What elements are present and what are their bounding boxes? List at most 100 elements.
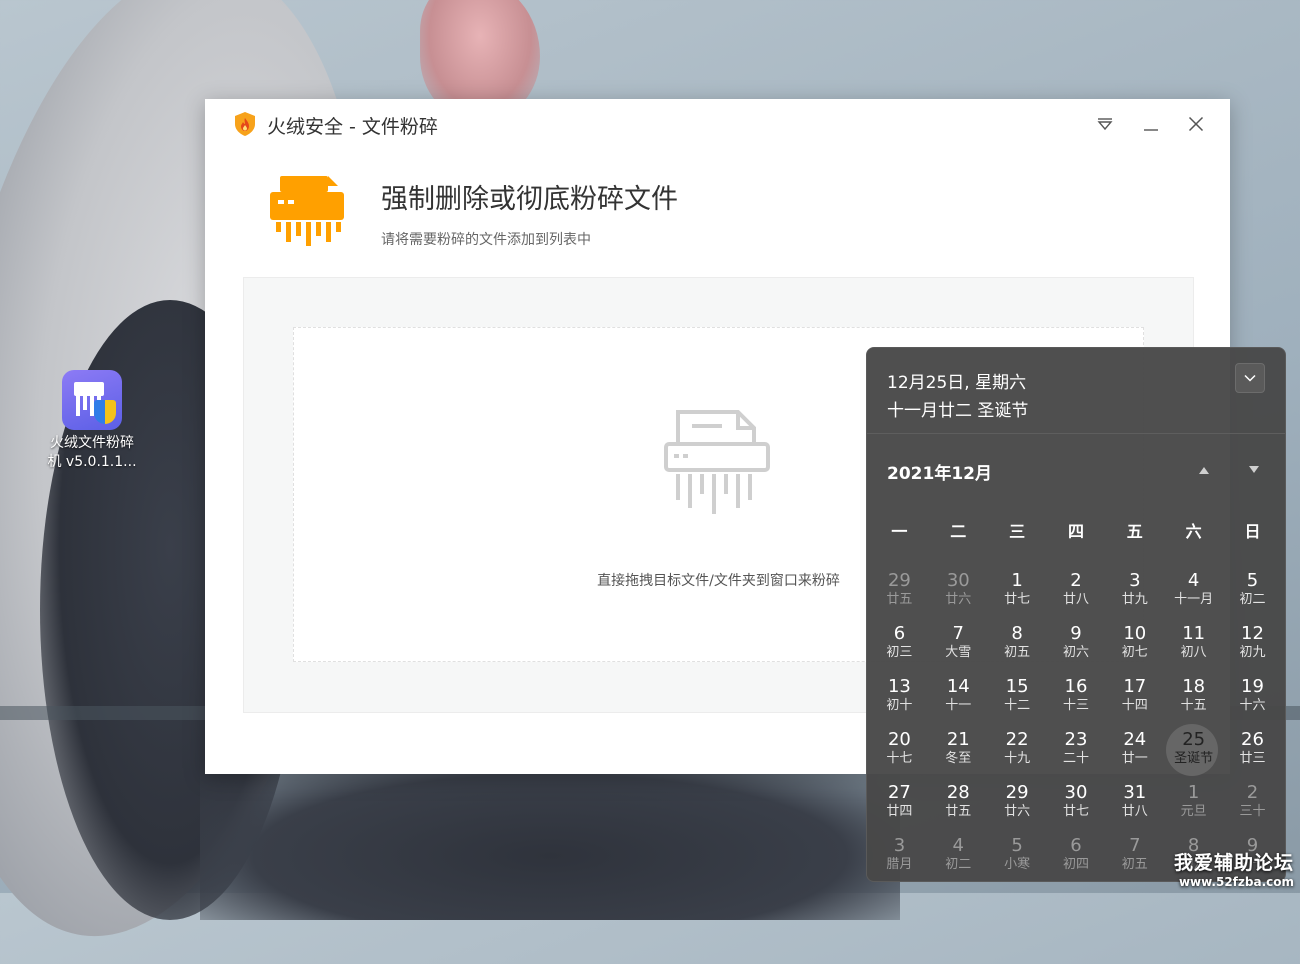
day-number: 21 <box>946 729 970 750</box>
calendar-day-today[interactable]: 25 圣诞节 <box>1164 724 1223 779</box>
triangle-down-icon <box>1249 466 1259 473</box>
lunar-day-label: 初五 <box>1004 645 1031 660</box>
close-button[interactable] <box>1180 109 1212 139</box>
lunar-day-label: 廿八 <box>1062 592 1089 607</box>
calendar-day[interactable]: 6 初三 <box>870 620 929 673</box>
calendar-day[interactable]: 21 冬至 <box>929 726 988 779</box>
calendar-day[interactable]: 30 廿六 <box>929 567 988 620</box>
calendar-day[interactable]: 1 元旦 <box>1164 779 1223 832</box>
weekday-header: 四 <box>1067 522 1084 541</box>
calendar-day[interactable]: 13 初十 <box>870 673 929 726</box>
calendar-day[interactable]: 11 初八 <box>1164 620 1223 673</box>
day-number: 1 <box>1011 570 1023 591</box>
lunar-day-label: 初四 <box>1062 857 1089 872</box>
calendar-day[interactable]: 7 初五 <box>1105 832 1164 881</box>
wallpaper-shadow <box>200 760 900 920</box>
lunar-day-label: 初八 <box>1180 645 1207 660</box>
day-number: 28 <box>946 782 970 803</box>
calendar-day[interactable]: 4 初二 <box>929 832 988 881</box>
lunar-day-label: 初十 <box>886 698 913 713</box>
calendar-day[interactable]: 8 初五 <box>988 620 1047 673</box>
calendar-day[interactable]: 15 十二 <box>988 673 1047 726</box>
calendar-day[interactable]: 12 初九 <box>1223 620 1282 673</box>
calendar-day[interactable]: 19 十六 <box>1223 673 1282 726</box>
lunar-day-label: 十七 <box>886 751 913 766</box>
chevron-down-icon <box>1244 374 1256 382</box>
calendar-day[interactable]: 24 廿一 <box>1105 726 1164 779</box>
page-heading: 强制删除或彻底粉碎文件 <box>381 184 678 215</box>
calendar-day[interactable]: 7 大雪 <box>929 620 988 673</box>
lunar-day-label: 廿六 <box>1004 804 1031 819</box>
calendar-day[interactable]: 17 十四 <box>1105 673 1164 726</box>
calendar-day[interactable]: 29 廿六 <box>988 779 1047 832</box>
minimize-button[interactable] <box>1135 109 1167 139</box>
site-watermark: 我爱辅助论坛 www.52fzba.com <box>1173 852 1294 889</box>
day-number: 12 <box>1241 623 1264 644</box>
lunar-day-label: 初三 <box>886 645 913 660</box>
day-number: 23 <box>1064 729 1088 750</box>
day-number: 24 <box>1123 729 1147 750</box>
calendar-day[interactable]: 5 初二 <box>1223 567 1282 620</box>
lunar-day-label: 初二 <box>945 857 972 872</box>
close-icon <box>1188 116 1204 132</box>
shredder-header-icon <box>270 176 344 246</box>
calendar-day[interactable]: 28 廿五 <box>929 779 988 832</box>
lunar-day-label: 廿八 <box>1121 804 1148 819</box>
calendar-prev-month-button[interactable] <box>1194 460 1214 480</box>
calendar-day[interactable]: 2 三十 <box>1223 779 1282 832</box>
day-number: 3 <box>893 835 906 856</box>
shield-icon <box>94 400 116 424</box>
calendar-day[interactable]: 31 廿八 <box>1105 779 1164 832</box>
calendar-day[interactable]: 27 廿四 <box>870 779 929 832</box>
calendar-month-label[interactable]: 2021年12月 <box>887 459 992 484</box>
day-number: 29 <box>887 570 911 591</box>
calendar-day[interactable]: 20 十七 <box>870 726 929 779</box>
calendar-day[interactable]: 18 十五 <box>1164 673 1223 726</box>
title-bar[interactable]: 火绒安全 - 文件粉碎 <box>205 99 1230 149</box>
lunar-day-label: 十六 <box>1239 698 1266 713</box>
calendar-day[interactable]: 5 小寒 <box>988 832 1047 881</box>
day-number: 10 <box>1123 623 1147 644</box>
calendar-day[interactable]: 10 初七 <box>1105 620 1164 673</box>
calendar-day[interactable]: 26 廿三 <box>1223 726 1282 779</box>
calendar-lunar-date: 十一月廿二 圣诞节 <box>887 401 1029 421</box>
calendar-day[interactable]: 29 廿五 <box>870 567 929 620</box>
calendar-grid: 一二三四五六日 29 廿五 30 廿六 1 廿七 2 廿八 3 廿九 4 十一月 5 初二 6 初三 7 大雪 8 初五… <box>870 514 1282 881</box>
calendar-day[interactable]: 4 十一月 <box>1164 567 1223 620</box>
menu-dropdown-button[interactable] <box>1089 109 1121 139</box>
calendar-day[interactable]: 3 廿九 <box>1105 567 1164 620</box>
weekday-header: 一 <box>891 522 908 541</box>
calendar-day[interactable]: 14 十一 <box>929 673 988 726</box>
calendar-day[interactable]: 9 初六 <box>1047 620 1106 673</box>
lunar-day-label: 十九 <box>1004 751 1031 766</box>
lunar-day-label: 初二 <box>1239 592 1266 607</box>
calendar-divider <box>867 433 1285 434</box>
lunar-day-label: 廿四 <box>886 804 913 819</box>
day-number: 11 <box>1182 623 1206 644</box>
calendar-day[interactable]: 23 二十 <box>1047 726 1106 779</box>
lunar-day-label: 圣诞节 <box>1174 751 1214 766</box>
day-number: 15 <box>1005 676 1029 697</box>
menu-triangle-icon <box>1097 118 1113 131</box>
calendar-date-header[interactable]: 12月25日, 星期六 <box>887 368 1026 393</box>
desktop-shortcut-file-shredder[interactable]: 火绒文件粉碎 机 v5.0.1.1... <box>44 370 140 472</box>
lunar-day-label: 十五 <box>1180 698 1207 713</box>
calendar-collapse-button[interactable] <box>1235 363 1265 393</box>
calendar-day[interactable]: 22 十九 <box>988 726 1047 779</box>
day-number: 25 <box>1182 729 1206 750</box>
triangle-up-icon <box>1199 467 1209 474</box>
calendar-day[interactable]: 3 腊月 <box>870 832 929 881</box>
lunar-day-label: 廿六 <box>945 592 972 607</box>
lunar-day-label: 十四 <box>1121 698 1148 713</box>
calendar-day[interactable]: 1 廿七 <box>988 567 1047 620</box>
calendar-day[interactable]: 2 廿八 <box>1047 567 1106 620</box>
calendar-day[interactable]: 16 十三 <box>1047 673 1106 726</box>
calendar-day[interactable]: 6 初四 <box>1047 832 1106 881</box>
day-number: 2 <box>1246 782 1259 803</box>
lunar-day-label: 初六 <box>1062 645 1089 660</box>
day-number: 20 <box>887 729 911 750</box>
day-number: 31 <box>1123 782 1147 803</box>
calendar-day[interactable]: 30 廿七 <box>1047 779 1106 832</box>
lunar-day-label: 廿五 <box>886 592 913 607</box>
calendar-next-month-button[interactable] <box>1244 460 1264 480</box>
